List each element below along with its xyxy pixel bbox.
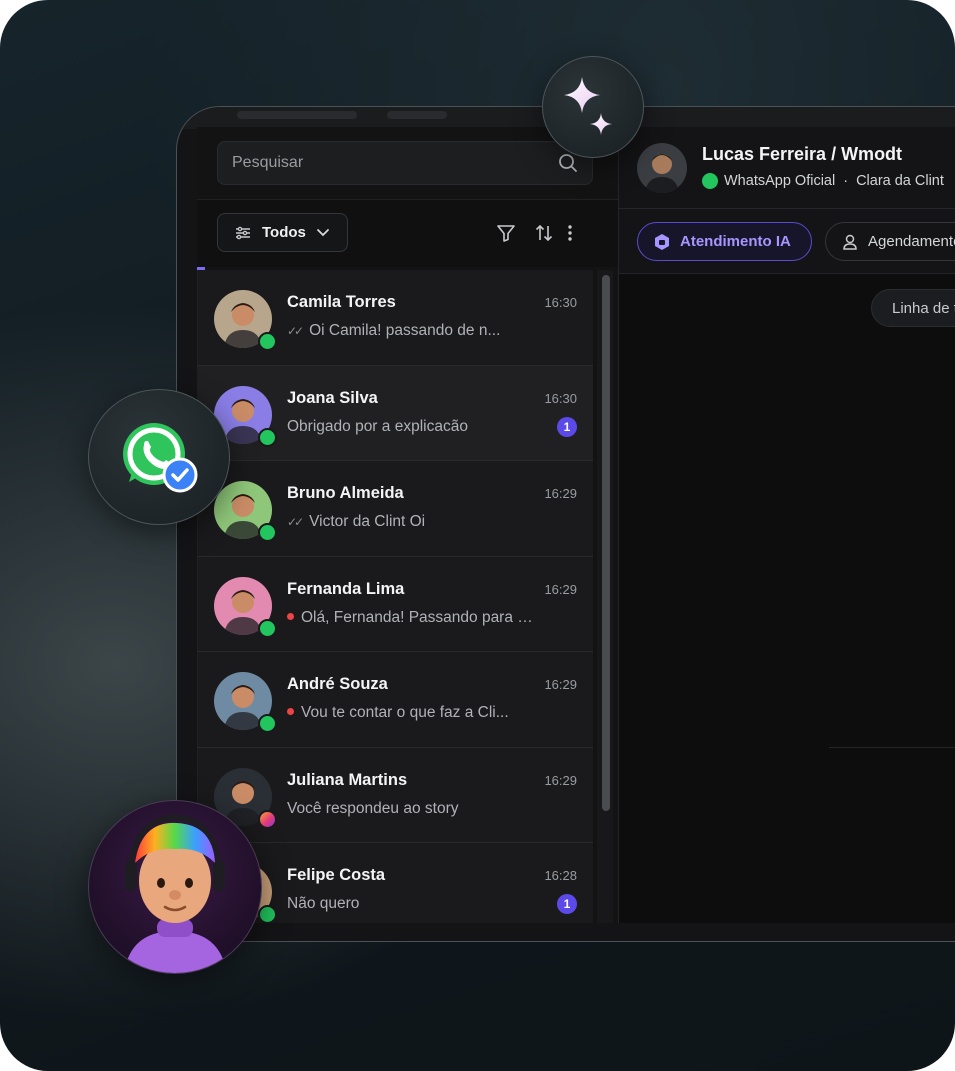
conversation-preview-text: Obrigado por a explicacão	[287, 417, 468, 435]
conversation-item[interactable]: Joana Silva 16:30 Obrigado por a explicacã…	[197, 365, 593, 461]
conversation-preview-text: Victor da Clint Oi	[309, 513, 426, 530]
tab-atendimento-ia[interactable]: Atendimento IA	[637, 222, 812, 261]
background-stage: Todos Camila T	[0, 0, 955, 1071]
conversation-preview-text: Você respondeu ao story	[287, 799, 459, 817]
filter-dropdown-label: Todos	[262, 224, 306, 241]
read-receipt-icon: ✓✓	[287, 324, 304, 338]
conversation-item[interactable]: Juliana Martins 16:29 Você respondeu ao st…	[197, 747, 593, 843]
funnel-icon[interactable]	[495, 222, 517, 244]
conversation-name: Fernanda Lima	[287, 579, 405, 598]
app-window: Todos Camila T	[176, 106, 955, 942]
tab-agendamento-label: Agendamento	[868, 233, 955, 250]
conversation-item[interactable]: Fernanda Lima 16:29 Olá, Fernanda! Passand…	[197, 556, 593, 652]
chat-panel: Lucas Ferreira / Wmodt WhatsApp Oficial …	[618, 127, 955, 923]
status-dot-icon	[287, 612, 294, 620]
conversation-preview-text: Não quero	[287, 895, 360, 912]
conversation-preview: Olá, Fernanda! Passando para refor...	[287, 609, 537, 627]
conversation-name: Felipe Costa	[287, 866, 386, 884]
conversation-preview-text: Oi Camila! passando de n...	[309, 322, 501, 339]
chat-tabs: Atendimento IA Agendamento	[619, 209, 955, 274]
chevron-down-icon	[316, 228, 329, 236]
conversation-preview: Vou te contar o que faz a Cli...	[287, 704, 537, 722]
search-input[interactable]	[232, 142, 552, 184]
whatsapp-verified-icon	[123, 423, 198, 493]
unread-badge: 1	[557, 894, 577, 914]
conversation-name: Camila Torres	[287, 293, 396, 311]
read-receipt-icon: ✓✓	[287, 515, 304, 529]
persona-illustration	[124, 814, 227, 973]
instagram-icon	[258, 809, 277, 829]
conversation-preview: Você respondeu ao story	[287, 800, 537, 818]
conversation-time: 16:29	[544, 486, 577, 501]
conversation-time: 16:30	[544, 295, 577, 310]
whatsapp-icon	[702, 173, 718, 189]
status-dot-icon	[287, 708, 294, 715]
conversation-time: 16:30	[544, 390, 577, 406]
sort-arrows-icon[interactable]	[533, 222, 555, 244]
filter-toolbar: Todos	[197, 199, 618, 267]
whatsapp-icon	[258, 618, 277, 638]
contact-channel-info: WhatsApp Oficial · Clara da Clint	[702, 173, 944, 189]
conversation-panel: Todos Camila T	[197, 127, 618, 923]
conversation-time: 16:29	[544, 677, 577, 692]
conversation-preview: Obrigado por a explicacão	[287, 418, 537, 436]
divider	[829, 747, 955, 748]
list-filter-icon	[236, 226, 250, 239]
ai-hexagon-icon	[655, 233, 669, 250]
conversation-name: André Souza	[287, 675, 388, 693]
agent-label: Clara da Clint	[856, 173, 944, 189]
tab-atendimento-ia-label: Atendimento IA	[680, 233, 791, 250]
contact-name: Lucas Ferreira / Wmodt	[702, 144, 903, 164]
conversation-name: Joana Silva	[287, 388, 378, 407]
conversation-item[interactable]: Camila Torres 16:30 ✓✓ Oi Camila! passando …	[197, 270, 593, 366]
conversation-list: Camila Torres 16:30 ✓✓ Oi Camila! passando …	[197, 270, 593, 923]
user-icon	[843, 234, 857, 250]
conversation-name: Bruno Almeida	[287, 484, 404, 502]
whatsapp-icon	[258, 332, 277, 351]
tab-agendamento[interactable]: Agendamento	[825, 222, 955, 261]
filter-dropdown[interactable]: Todos	[217, 213, 348, 252]
whatsapp-icon	[258, 905, 277, 923]
sparkles-badge	[542, 56, 644, 158]
conversation-preview: Não quero	[287, 895, 537, 913]
conversation-preview-text: Olá, Fernanda! Passando para refor...	[301, 608, 537, 626]
conversation-time: 16:29	[544, 581, 577, 597]
channel-label: WhatsApp Oficial	[724, 173, 836, 189]
whatsapp-icon	[258, 714, 277, 733]
timeline-label: Linha de tempo	[871, 289, 955, 327]
whatsapp-icon	[258, 523, 277, 542]
whatsapp-icon	[258, 427, 277, 447]
scrollbar-thumb[interactable]	[602, 275, 610, 811]
conversation-preview: ✓✓ Oi Camila! passando de n...	[287, 322, 537, 340]
assistant-persona-avatar	[88, 800, 262, 974]
whatsapp-verified-badge	[88, 389, 230, 525]
conversation-item[interactable]: André Souza 16:29 Vou te contar o que faz …	[197, 652, 593, 748]
sparkles-icon	[564, 77, 612, 135]
conversation-preview: ✓✓ Victor da Clint Oi	[287, 513, 537, 531]
unread-badge: 1	[557, 416, 577, 437]
more-vertical-icon[interactable]	[563, 222, 577, 244]
separator: ·	[843, 173, 849, 189]
conversation-item[interactable]: Bruno Almeida 16:29 ✓✓ Victor da Clint Oi	[197, 461, 593, 557]
conversation-preview-text: Vou te contar o que faz a Cli...	[301, 704, 509, 721]
conversation-time: 16:28	[544, 868, 577, 883]
conversation-time: 16:29	[544, 772, 577, 788]
conversation-name: Juliana Martins	[287, 770, 408, 789]
search-bar[interactable]	[217, 141, 593, 185]
chat-header: Lucas Ferreira / Wmodt WhatsApp Oficial …	[619, 127, 955, 209]
